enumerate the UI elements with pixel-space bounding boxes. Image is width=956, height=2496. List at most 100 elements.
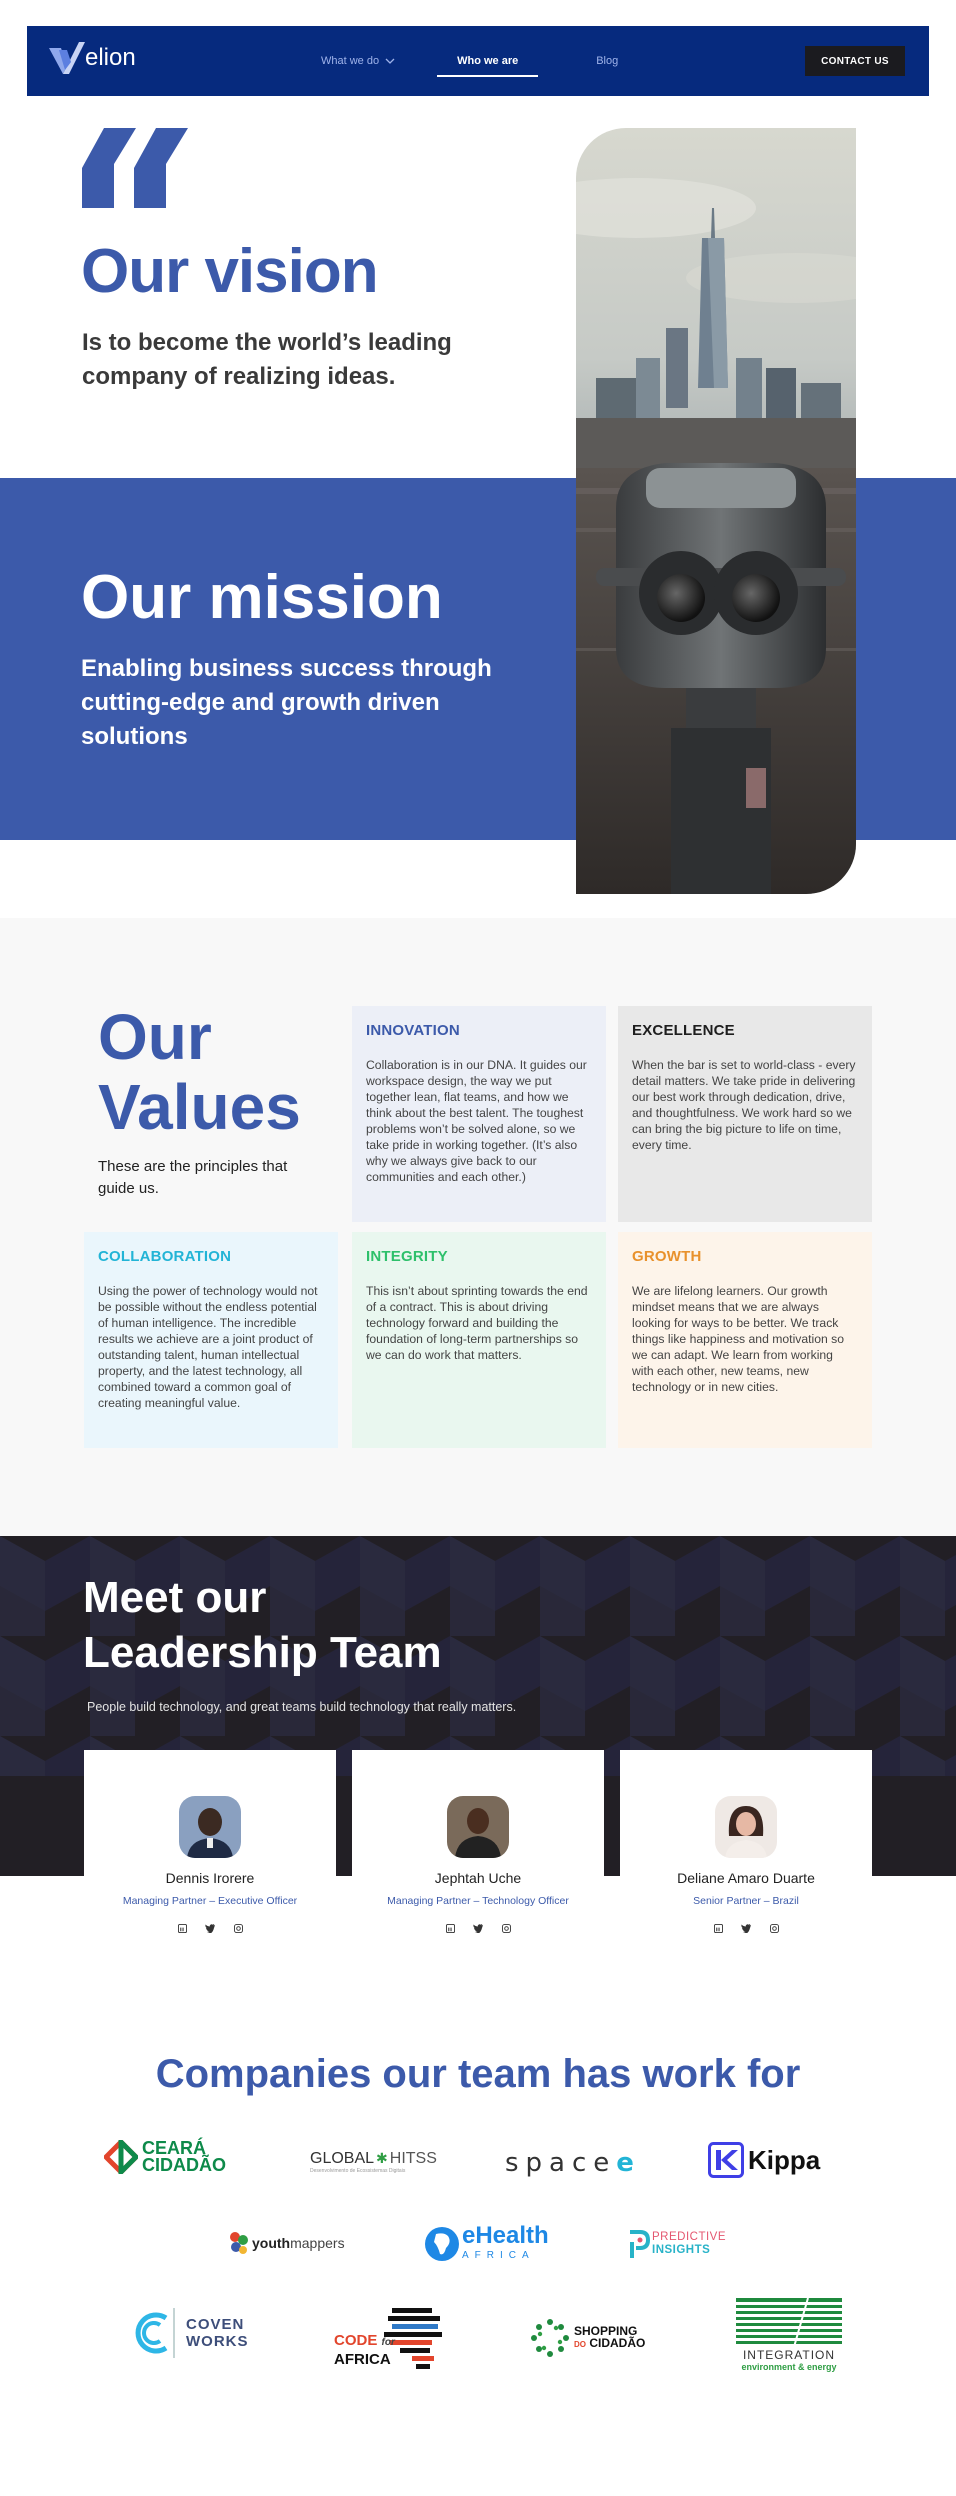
logo-tagline: Desenvolvimento de Ecossistemas Digitais [310, 2168, 406, 2174]
leader-card: Jephtah Uche Managing Partner – Technolo… [352, 1750, 604, 1933]
predictive-insights-logo: PREDICTIVE INSIGHTS [626, 2228, 726, 2260]
logo-text: mappers [290, 2235, 345, 2251]
logo-text: INSIGHTS [652, 2244, 711, 2256]
mission-text: Enabling business success through cuttin… [81, 655, 492, 750]
leadership-title: Meet our Leadership Team [83, 1570, 442, 1680]
linkedin-icon[interactable] [177, 1923, 187, 1933]
leader-role: Managing Partner – Executive Officer [122, 1895, 298, 1907]
value-card-title: GROWTH [632, 1248, 702, 1265]
kippa-logo: Kippa [708, 2142, 820, 2178]
values-title-line1: Our [98, 1001, 212, 1073]
logo-text: AFRICA [334, 2351, 391, 2368]
africa-globe-icon [425, 2227, 459, 2261]
logo-text: CODE [334, 2332, 378, 2349]
twitter-icon[interactable] [205, 1923, 215, 1933]
nav-links: What we do Who we are Blog [303, 26, 636, 96]
linkedin-icon[interactable] [713, 1923, 723, 1933]
logo-text: CIDADÃO [142, 2155, 226, 2175]
ceara-cidadao-logo: CEARÁ CIDADÃO [104, 2139, 226, 2175]
value-card-text: This isn’t about sprinting towards the e… [366, 1284, 588, 1362]
youthmappers-mark-icon [230, 2232, 248, 2254]
sunburst-icon [531, 2319, 569, 2357]
leader-name: Jephtah Uche [434, 1870, 522, 1886]
elion-logo[interactable]: elion [49, 42, 136, 74]
pi-mark-icon [630, 2230, 651, 2258]
nav-link-what-we-do[interactable]: What we do [303, 26, 413, 96]
value-card-innovation: INNOVATION Collaboration is in our DNA. … [352, 1006, 606, 1222]
value-card-text: Using the power of technology would not … [98, 1284, 318, 1410]
nav-link-who-we-are[interactable]: Who we are [437, 26, 539, 96]
value-card-text: We are lifelong learners. Our growth min… [632, 1284, 845, 1394]
coven-works-mark-icon [135, 2308, 175, 2358]
twitter-icon[interactable] [741, 1923, 751, 1933]
logo-text: eHealth [462, 2222, 549, 2249]
spark-icon: ✱ [376, 2150, 388, 2166]
leader-role: Senior Partner – Brazil [693, 1895, 799, 1907]
logo-text: GLOBAL [310, 2150, 375, 2167]
spacee-logo: space e [505, 2148, 641, 2178]
logo-text: Kippa [748, 2144, 821, 2175]
logo-text: COVEN [186, 2316, 245, 2333]
leader-name: Deliane Amaro Duarte [677, 1870, 815, 1886]
value-card-title: INTEGRITY [366, 1248, 448, 1265]
shopping-do-cidadao-logo: SHOPPING DO CIDADÃO [530, 2318, 645, 2358]
nav-link-blog[interactable]: Blog [578, 26, 636, 96]
youth-mappers-logo: youth mappers [228, 2230, 345, 2256]
leader-name: Dennis Irorere [165, 1870, 255, 1886]
value-card-title: COLLABORATION [98, 1248, 232, 1265]
linkedin-icon[interactable] [445, 1923, 455, 1933]
top-navbar: elion What we do Who we are Blog CONTACT… [27, 26, 929, 96]
social-links [84, 1923, 336, 1933]
ceara-mark-icon [104, 2140, 138, 2174]
twitter-icon[interactable] [473, 1923, 483, 1933]
value-card-title: INNOVATION [366, 1022, 460, 1039]
leader-card: Dennis Irorere Managing Partner – Execut… [84, 1750, 336, 1933]
logo-text: CIDADÃO [589, 2336, 646, 2350]
value-card-collaboration: COLLABORATION Using the power of technol… [84, 1232, 338, 1448]
chevron-down-icon [385, 58, 395, 64]
contact-us-button[interactable]: CONTACT US [805, 46, 905, 76]
logo-text: INTEGRATION [742, 2348, 836, 2362]
value-card-integrity: INTEGRITY This isn’t about sprinting tow… [352, 1232, 606, 1448]
leader-card: Deliane Amaro Duarte Senior Partner – Br… [620, 1750, 872, 1933]
vision-title: Our vision [81, 237, 379, 306]
nav-link-label: Who we are [457, 55, 519, 67]
leadership-title-line2: Leadership Team [83, 1628, 442, 1677]
logo-text: PREDICTIVE [652, 2231, 727, 2243]
kippa-mark-icon [708, 2142, 744, 2178]
quote-mark-icon [82, 128, 188, 208]
vision-text: Is to become the world’s leading company… [82, 329, 452, 390]
instagram-icon[interactable] [769, 1923, 779, 1933]
mission-title: Our mission [81, 563, 443, 632]
logo-text: environment & energy [741, 2362, 837, 2372]
value-card-excellence: EXCELLENCE When the bar is set to world-… [618, 1006, 872, 1222]
instagram-icon[interactable] [233, 1923, 243, 1933]
code-for-africa-logo: CODE for AFRICA [332, 2306, 452, 2376]
logo-mark-icon [49, 42, 85, 74]
logo-text: space [505, 2148, 617, 2178]
logo-text: for [381, 2337, 395, 2348]
logo-text: DO [574, 2340, 586, 2349]
values-title: Our Values [98, 1002, 301, 1142]
instagram-icon[interactable] [501, 1923, 511, 1933]
binoculars-city-photo [576, 128, 856, 894]
values-title-line2: Values [98, 1071, 301, 1143]
values-subtitle: These are the principles that guide us. [98, 1158, 288, 1197]
logo-text: AFRICA [462, 2250, 535, 2261]
logo-text: elion [85, 44, 136, 71]
coven-works-logo: COVEN WORKS [130, 2308, 249, 2358]
avatar [447, 1796, 509, 1858]
logo-text: youth [252, 2235, 291, 2251]
nav-link-label: Blog [596, 55, 619, 67]
value-card-growth: GROWTH We are lifelong learners. Our gro… [618, 1232, 872, 1448]
companies-title: Companies our team has work for [155, 2052, 801, 2096]
e-mark-icon: e [616, 2148, 641, 2178]
leadership-title-line1: Meet our [83, 1573, 267, 1622]
value-card-text: Collaboration is in our DNA. It guides o… [366, 1058, 587, 1184]
ehealth-africa-logo: eHealth AFRICA [424, 2224, 549, 2264]
social-links [620, 1923, 872, 1933]
nav-link-label: What we do [321, 55, 380, 67]
social-links [352, 1923, 604, 1933]
logo-text: HITSS [389, 2150, 437, 2167]
leader-role: Managing Partner – Technology Officer [387, 1895, 569, 1907]
